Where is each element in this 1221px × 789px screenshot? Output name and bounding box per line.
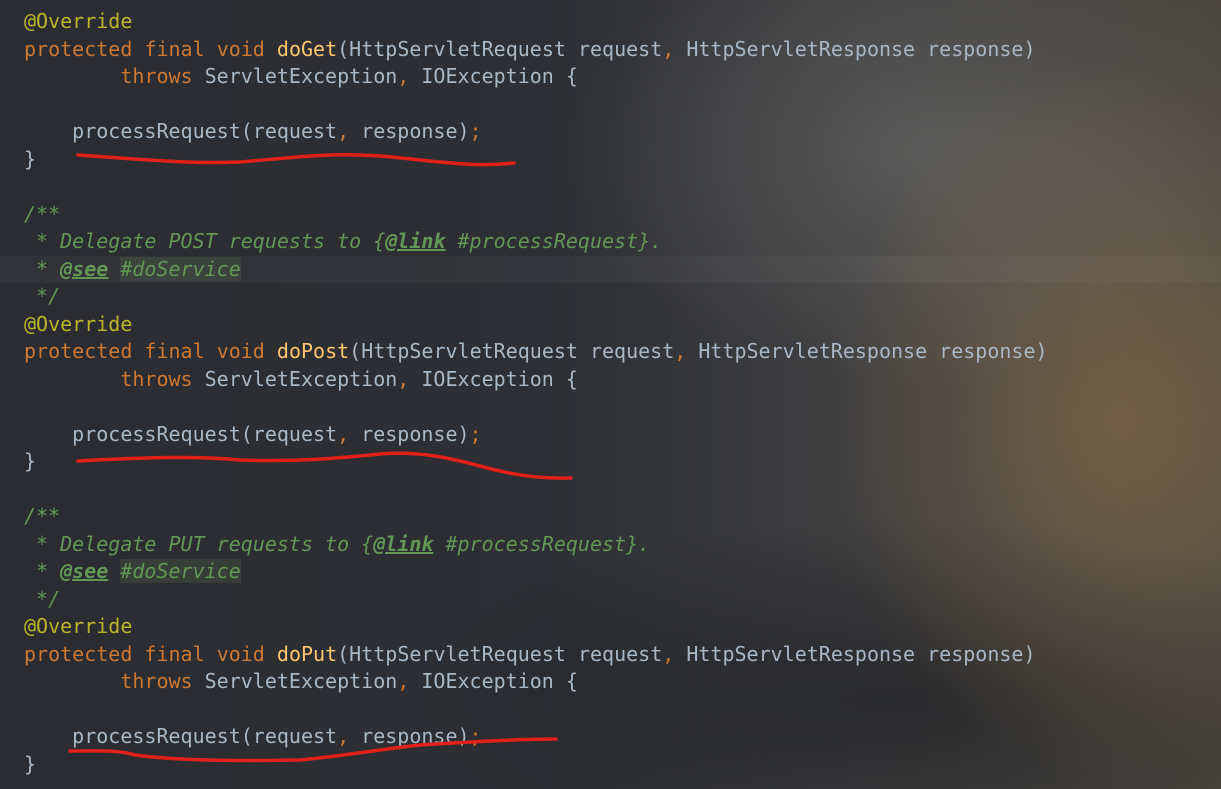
code-line-doc-put: * Delegate PUT requests to {@link #proce… [24,532,651,556]
code-line-doc-close-1: */ [24,284,61,308]
code-line-doc-open-2: /** [24,504,61,528]
code-line-doc-see-1: * @see #doService [0,256,1221,283]
method-name-doput: doPut [276,642,338,666]
code-line-override-2: @Override [24,312,133,336]
red-underline-2 [76,451,573,480]
code-line-doput-signature: protected final void doPut(HttpServletRe… [24,642,1036,666]
code-line-dopost-call: processRequest(request, response); [72,422,482,446]
code-line-doput-close: } [24,752,37,776]
code-line-doput-call: processRequest(request, response); [72,724,482,748]
code-line-dopost-signature: protected final void doPost(HttpServletR… [24,339,1048,363]
code-line-doget-close: } [24,147,37,171]
code-line-doget-call: processRequest(request, response); [72,119,482,143]
method-name-dopost: doPost [276,339,350,363]
code-line-doc-close-2: */ [24,587,61,611]
code-line-dopost-throws: throws ServletException, IOException { [120,367,578,391]
code-line-doc-post: * Delegate POST requests to {@link #proc… [24,229,663,253]
method-name-doget: doGet [276,37,338,61]
code-editor[interactable]: @Override protected final void doGet(Htt… [0,0,1221,789]
override-annotation: @Override [24,9,133,33]
code-line-doput-throws: throws ServletException, IOException { [120,669,578,693]
code-line-dopost-close: } [24,449,37,473]
code-line-override-1: @Override [24,8,132,35]
code-line-doget-throws: throws ServletException, IOException { [120,64,578,88]
code-line-doc-see-2: * @see #doService [24,559,241,583]
code-line-doget-signature: protected final void doGet(HttpServletRe… [24,37,1036,61]
code-line-doc-open-1: /** [24,202,61,226]
code-line-override-3: @Override [24,614,133,638]
red-underline-1 [76,152,516,167]
